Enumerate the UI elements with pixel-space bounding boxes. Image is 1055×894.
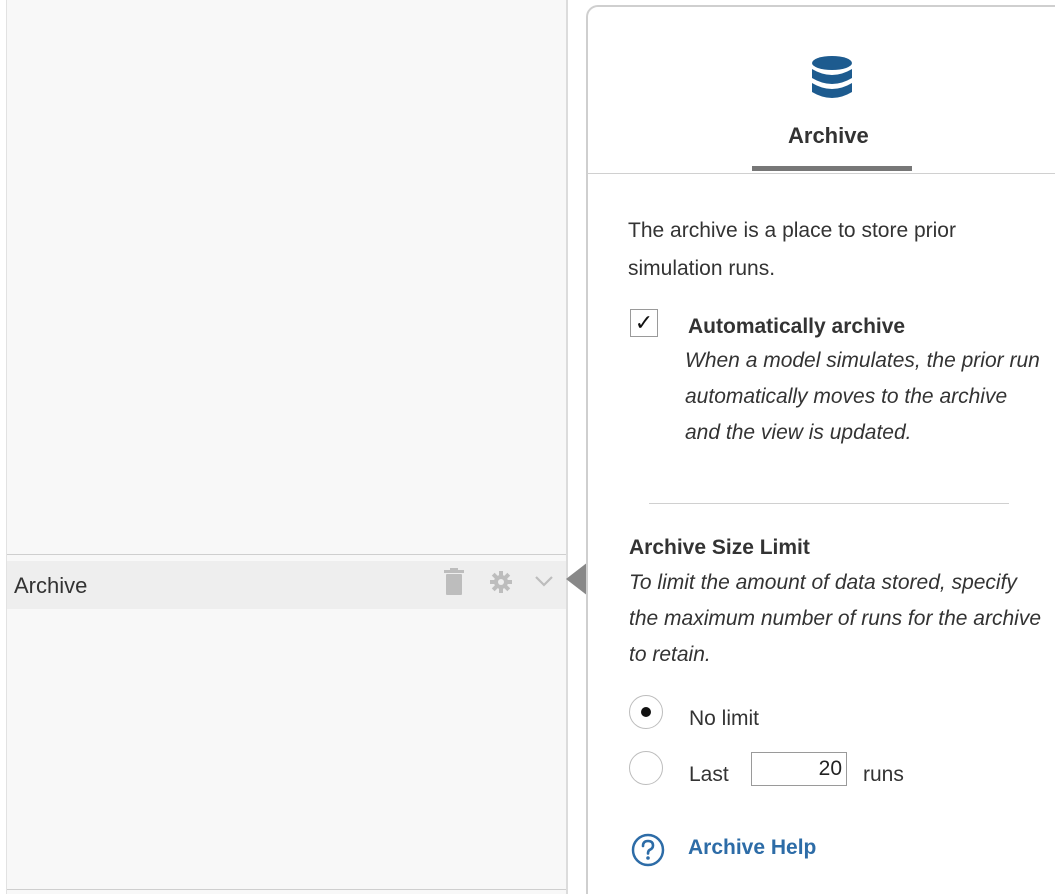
left-panel: Archive [6, 0, 568, 894]
runs-count-input[interactable] [751, 752, 847, 786]
archive-row-label: Archive [14, 573, 88, 598]
archive-properties-panel: Archive The archive is a place to store … [586, 5, 1055, 894]
divider [7, 889, 566, 890]
archive-row[interactable]: Archive [7, 561, 566, 609]
database-icon [810, 55, 854, 110]
last-runs-radio[interactable] [629, 751, 663, 785]
no-limit-radio[interactable] [629, 695, 663, 729]
radio-selected-dot [641, 707, 651, 717]
tab-archive[interactable]: Archive [788, 123, 869, 149]
auto-archive-checkbox[interactable]: ✓ [630, 309, 658, 337]
runs-suffix-label: runs [863, 763, 904, 786]
chevron-down-icon[interactable] [533, 572, 555, 595]
no-limit-label: No limit [689, 707, 760, 730]
tab-bar: Archive [588, 7, 1055, 174]
archive-help-link[interactable]: Archive Help [688, 836, 816, 860]
app-window: Archive Archive The archive is a place t… [0, 0, 1055, 894]
help-circle-icon[interactable] [631, 833, 665, 872]
auto-archive-label: Automatically archive [688, 315, 906, 338]
divider [649, 503, 1009, 504]
auto-archive-description: When a model simulates, the prior run au… [685, 349, 1040, 444]
divider [7, 554, 566, 555]
size-limit-description: To limit the amount of data stored, spec… [629, 571, 1042, 666]
archive-description: The archive is a place to store prior si… [628, 219, 956, 280]
size-limit-heading: Archive Size Limit [629, 536, 810, 559]
panel-pointer [566, 562, 588, 596]
gear-icon[interactable] [489, 570, 513, 599]
last-runs-label: Last [689, 763, 729, 786]
trash-icon[interactable] [443, 568, 465, 601]
active-tab-indicator [752, 166, 912, 171]
